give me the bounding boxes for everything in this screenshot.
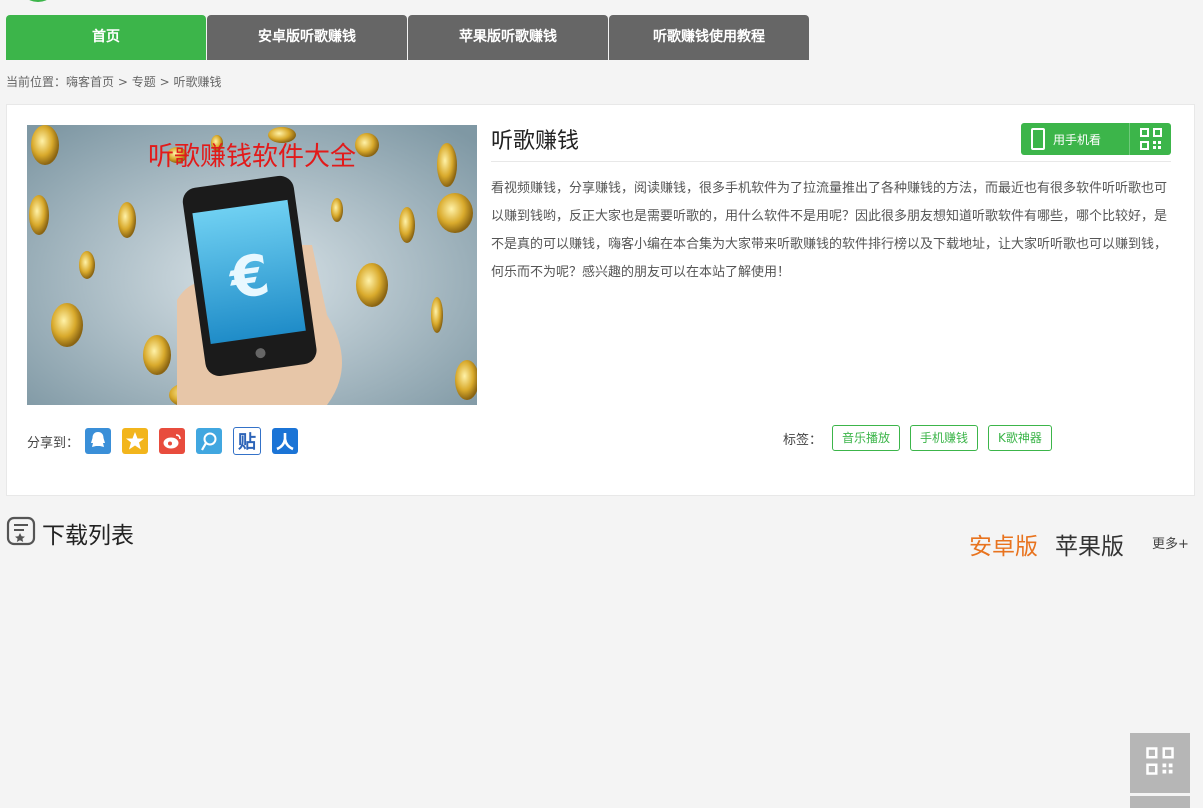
qr-code-icon xyxy=(1145,746,1175,780)
qzone-icon[interactable] xyxy=(122,428,149,454)
qq-icon[interactable] xyxy=(85,428,112,454)
tag-mobile-earn[interactable]: 手机赚钱 xyxy=(910,425,979,451)
nav-tab-ios[interactable]: 苹果版听歌赚钱 xyxy=(408,15,608,60)
view-on-mobile-button[interactable]: 用手机看 xyxy=(1021,123,1171,155)
tab-android[interactable]: 安卓版 xyxy=(969,527,1038,561)
floating-qr-button[interactable] xyxy=(1130,733,1190,793)
topic-banner-image: € 听歌赚钱软件大全 xyxy=(27,125,477,405)
mobile-phone-icon xyxy=(1031,128,1045,150)
share-bar: 分享到： 贴 xyxy=(27,427,309,455)
button-divider xyxy=(1129,123,1130,155)
renren-icon[interactable] xyxy=(272,428,299,454)
banner-text: 听歌赚钱软件大全 xyxy=(148,142,356,172)
breadcrumb-prefix: 当前位置： xyxy=(6,75,67,89)
view-on-mobile-label: 用手机看 xyxy=(1053,132,1102,147)
topic-card: € 听歌赚钱软件大全 听歌赚钱 用手机看 看视频赚钱，分享赚钱，阅读赚钱，很多手… xyxy=(6,104,1195,496)
download-list-icon xyxy=(6,516,36,550)
tag-karaoke[interactable]: K歌神器 xyxy=(988,425,1052,451)
tab-ios[interactable]: 苹果版 xyxy=(1055,527,1124,561)
download-list-title: 下载列表 xyxy=(42,523,134,549)
more-link[interactable]: 更多+ xyxy=(1152,533,1189,552)
main-nav: 首页 安卓版听歌赚钱 苹果版听歌赚钱 听歌赚钱使用教程 xyxy=(6,15,809,60)
breadcrumb-home[interactable]: 嗨客首页 xyxy=(66,75,114,89)
nav-tab-android[interactable]: 安卓版听歌赚钱 xyxy=(207,15,407,60)
nav-tab-home[interactable]: 首页 xyxy=(6,15,206,60)
tags-label: 标签： xyxy=(783,432,823,448)
site-logo[interactable] xyxy=(18,0,58,2)
download-list-header: 下载列表 xyxy=(6,516,134,550)
title-divider xyxy=(491,161,1171,162)
svg-text:贴: 贴 xyxy=(238,431,256,452)
breadcrumb: 当前位置：嗨客首页 > 专题 > 听歌赚钱 xyxy=(6,73,222,90)
share-label: 分享到： xyxy=(27,435,80,451)
nav-tab-tutorial[interactable]: 听歌赚钱使用教程 xyxy=(609,15,809,60)
breadcrumb-current: 听歌赚钱 xyxy=(173,75,222,89)
topic-title: 听歌赚钱 xyxy=(491,129,580,154)
breadcrumb-separator: > xyxy=(159,75,170,89)
breadcrumb-topics[interactable]: 专题 xyxy=(132,75,156,89)
topic-description: 看视频赚钱，分享赚钱，阅读赚钱，很多手机软件为了拉流量推出了各种赚钱的方法，而最… xyxy=(491,181,1168,280)
weibo-icon[interactable] xyxy=(159,428,186,454)
tieba-icon[interactable]: 贴 xyxy=(233,427,262,455)
breadcrumb-separator: > xyxy=(117,75,128,89)
tags-bar: 标签： 音乐播放 手机赚钱 K歌神器 xyxy=(783,425,1062,451)
tencent-weibo-icon[interactable] xyxy=(196,428,223,454)
qr-code-icon xyxy=(1139,127,1163,154)
floating-top-button[interactable] xyxy=(1130,796,1190,808)
tag-music-player[interactable]: 音乐播放 xyxy=(832,425,901,451)
